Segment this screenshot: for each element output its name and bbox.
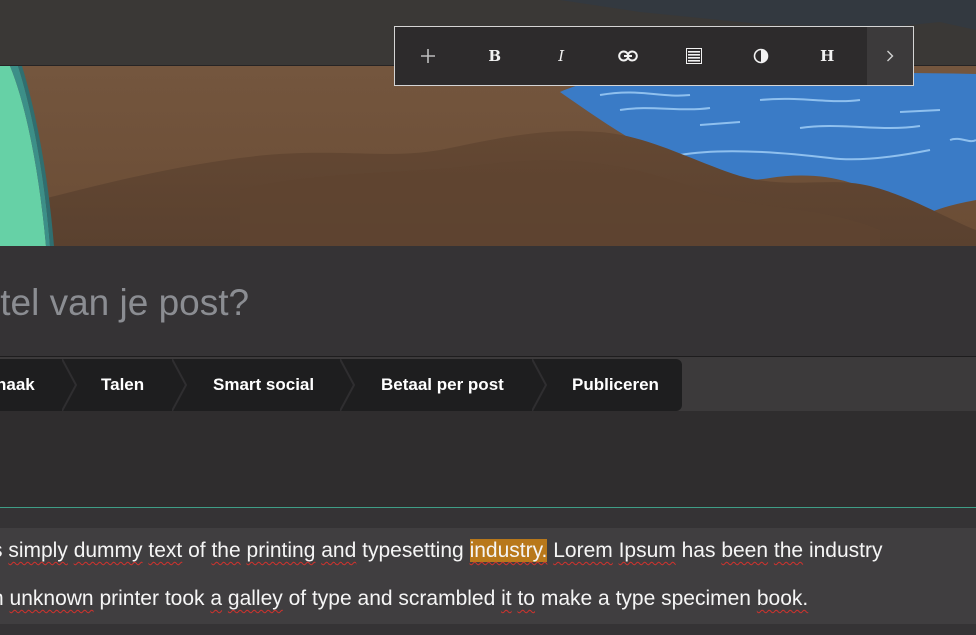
word: galley	[227, 587, 283, 610]
body-line-1: s simply dummy text of the printing and …	[0, 539, 882, 563]
heading-button[interactable]: H	[794, 27, 861, 85]
word: it	[501, 587, 512, 610]
italic-icon: I	[558, 47, 565, 65]
link-button[interactable]	[595, 27, 662, 85]
word: make	[540, 587, 593, 610]
heading-icon: H	[820, 47, 835, 65]
tab-content-panel	[0, 411, 976, 508]
word: of	[288, 587, 307, 610]
body-line-2: n unknown printer took a galley of type …	[0, 587, 808, 611]
word: unknown	[9, 587, 94, 610]
word: Lorem	[553, 539, 613, 562]
contrast-button[interactable]	[728, 27, 795, 85]
bold-icon: B	[488, 47, 502, 65]
word: and	[357, 587, 393, 610]
italic-button[interactable]: I	[528, 27, 595, 85]
tab-separator-chevron	[340, 359, 356, 411]
word: and	[321, 539, 357, 562]
tab-betaal-per-post[interactable]: Betaal per post	[381, 359, 504, 411]
tab-label: Publiceren	[572, 375, 659, 394]
word: simply	[8, 539, 68, 562]
align-justify-icon	[686, 48, 703, 64]
word: n	[0, 587, 4, 610]
post-title-input[interactable]: itel van je post?	[0, 282, 249, 324]
format-toolbar: B I H	[394, 26, 914, 86]
tab-talen[interactable]: Talen	[101, 359, 144, 411]
post-steps-tabbar: naak Talen Smart social Betaal per post …	[0, 359, 682, 411]
word: the	[773, 539, 804, 562]
word: a	[210, 587, 223, 610]
word: type	[615, 587, 656, 610]
tab-opmaak[interactable]: naak	[0, 359, 35, 411]
word: industry	[808, 539, 883, 562]
word: a	[598, 587, 610, 610]
tab-separator-chevron	[62, 359, 78, 411]
link-icon	[617, 50, 638, 62]
tab-separator-chevron	[532, 359, 548, 411]
word: printer	[99, 587, 159, 610]
word: scrambled	[398, 587, 496, 610]
title-section: itel van je post?	[0, 246, 976, 357]
tab-label: Talen	[101, 375, 145, 394]
highlighted-word: industry.	[469, 539, 548, 562]
word: Ipsum	[618, 539, 676, 562]
word: specimen	[661, 587, 751, 610]
word: book.	[756, 587, 809, 610]
word: the	[211, 539, 241, 562]
word: text	[148, 539, 183, 562]
more-options-button[interactable]	[867, 27, 913, 85]
chevron-right-icon	[887, 50, 894, 62]
tab-publiceren[interactable]: Publiceren	[572, 359, 659, 411]
word: to	[517, 587, 535, 610]
editor-bottom-strip	[0, 624, 976, 635]
tab-label: Smart social	[213, 375, 315, 394]
tab-separator-chevron	[172, 359, 188, 411]
word: typesetting	[362, 539, 464, 562]
contrast-icon	[753, 48, 769, 64]
tab-label: Betaal per post	[381, 375, 504, 394]
word: been	[721, 539, 769, 562]
word: took	[164, 587, 205, 610]
bold-button[interactable]: B	[462, 27, 529, 85]
plus-icon	[421, 49, 436, 63]
tab-smart-social[interactable]: Smart social	[213, 359, 314, 411]
word: type	[311, 587, 352, 610]
tab-label: naak	[0, 375, 35, 394]
word: has	[681, 539, 716, 562]
word: printing	[246, 539, 316, 562]
add-block-button[interactable]	[395, 27, 462, 85]
align-button[interactable]	[661, 27, 728, 85]
post-body-editor[interactable]: s simply dummy text of the printing and …	[0, 528, 976, 624]
word: dummy	[73, 539, 143, 562]
word: s	[0, 539, 3, 562]
word: of	[188, 539, 206, 562]
